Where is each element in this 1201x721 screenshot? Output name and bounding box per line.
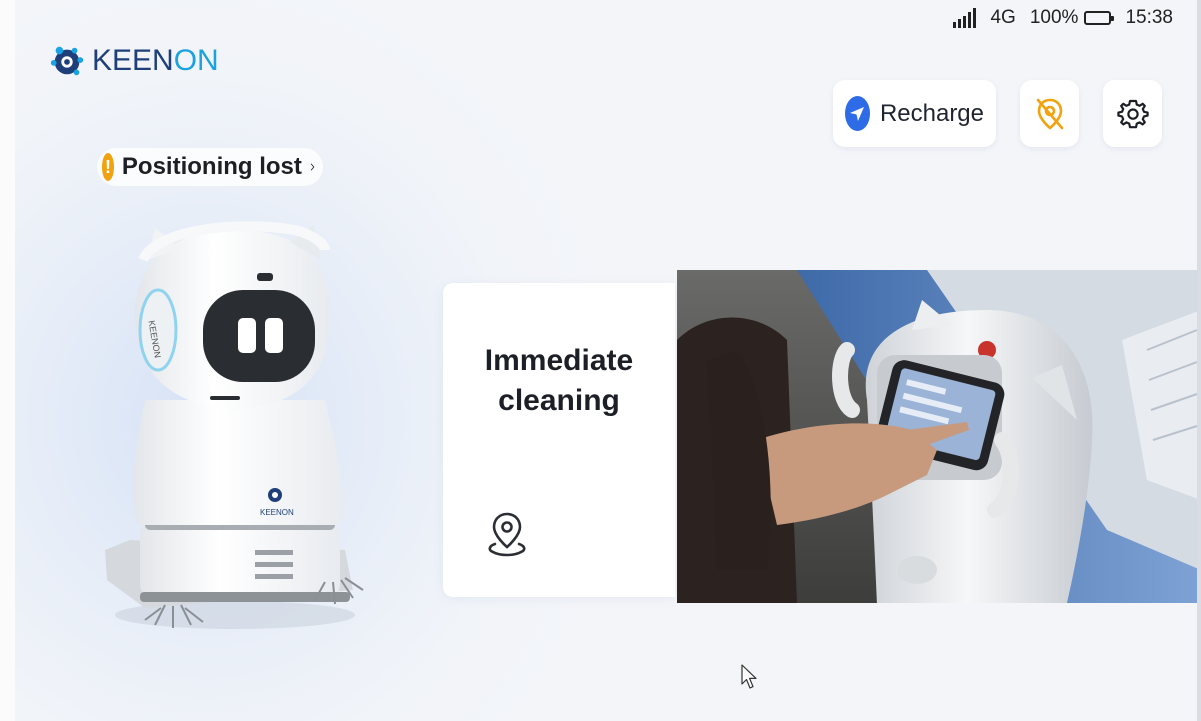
positioning-status[interactable]: ! Positioning lost (97, 148, 323, 186)
network-type: 4G (990, 7, 1016, 28)
chevron-right-icon (310, 163, 315, 171)
home-screen: 4G 100% 15:38 KEENON Recharge ! Position… (15, 0, 1201, 721)
settings-button[interactable] (1103, 80, 1162, 147)
robot-illustration: KEENON KEENON (105, 221, 364, 629)
location-off-icon (1036, 98, 1063, 130)
recharge-label: Recharge (879, 99, 984, 127)
robot-body-logo: KEENON (260, 508, 294, 517)
battery-status: 100% (1029, 7, 1115, 29)
navigation-arrow-icon (845, 96, 870, 131)
gear-icon (1116, 99, 1149, 128)
battery-icon (1084, 11, 1115, 25)
positioning-label: Positioning lost (121, 153, 302, 180)
clock: 15:38 (1125, 7, 1173, 28)
recharge-button[interactable]: Recharge (833, 80, 996, 147)
status-bar: 4G 100% 15:38 (953, 6, 1173, 30)
location-toggle-button[interactable] (1020, 80, 1079, 147)
right-edge (1197, 0, 1201, 721)
warning-icon: ! (102, 153, 114, 181)
demo-video-panel[interactable] (677, 270, 1201, 603)
battery-percent: 100% (1029, 7, 1079, 28)
keenon-logo-icon (50, 46, 84, 76)
mouse-cursor-icon (741, 664, 757, 689)
signal-icon (953, 8, 977, 28)
left-edge (0, 0, 15, 721)
immediate-cleaning-title: Immediate cleaning (484, 344, 634, 417)
keenon-wordmark: KEENON (92, 44, 219, 77)
immediate-cleaning-card[interactable]: Immediate cleaning (443, 283, 675, 597)
keenon-logo: KEENON (48, 42, 219, 80)
map-pin-icon (488, 512, 526, 557)
